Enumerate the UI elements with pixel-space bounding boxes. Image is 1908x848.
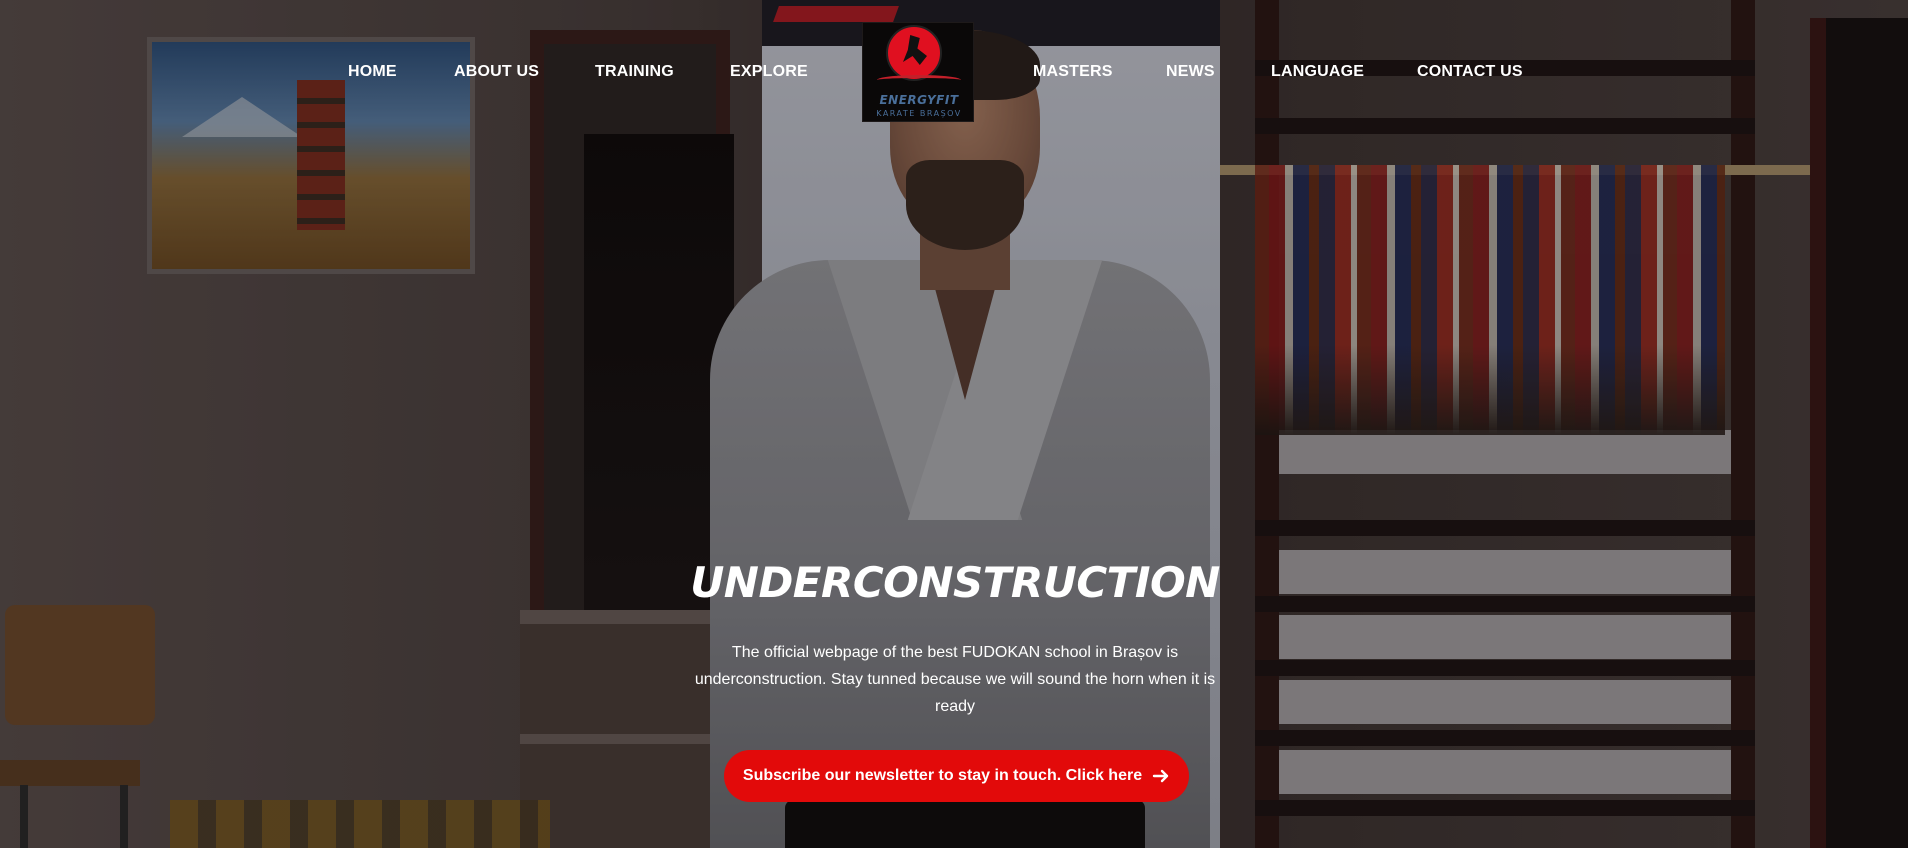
nav-language[interactable]: LANGUAGE: [1271, 63, 1364, 81]
nav-contact-us[interactable]: CONTACT US: [1417, 63, 1523, 81]
nav-home[interactable]: HOME: [348, 63, 397, 81]
nav-training[interactable]: TRAINING: [595, 63, 674, 81]
dark-overlay: [0, 0, 1908, 848]
nav-masters[interactable]: MASTERS: [1033, 63, 1113, 81]
logo-subtitle-text: KARATE BRAȘOV: [876, 109, 962, 118]
logo-brand-text: ENERGYFIT: [879, 93, 959, 107]
site-logo[interactable]: ENERGYFIT KARATE BRAȘOV: [862, 22, 974, 122]
nav-about-us[interactable]: ABOUT US: [454, 63, 539, 81]
hero-background-photo: [0, 0, 1908, 848]
arrow-right-icon: [1152, 769, 1169, 783]
hero-title: UNDERCONSTRUCTION: [690, 558, 1220, 607]
logo-swoosh: [877, 75, 961, 85]
newsletter-button-label: Subscribe our newsletter to stay in touc…: [742, 767, 1143, 784]
nav-explore[interactable]: EXPLORE: [730, 63, 808, 81]
nav-news[interactable]: NEWS: [1166, 63, 1215, 81]
hero-description: The official webpage of the best FUDOKAN…: [694, 644, 1216, 715]
newsletter-subscribe-button[interactable]: Subscribe our newsletter to stay in touc…: [724, 750, 1189, 802]
